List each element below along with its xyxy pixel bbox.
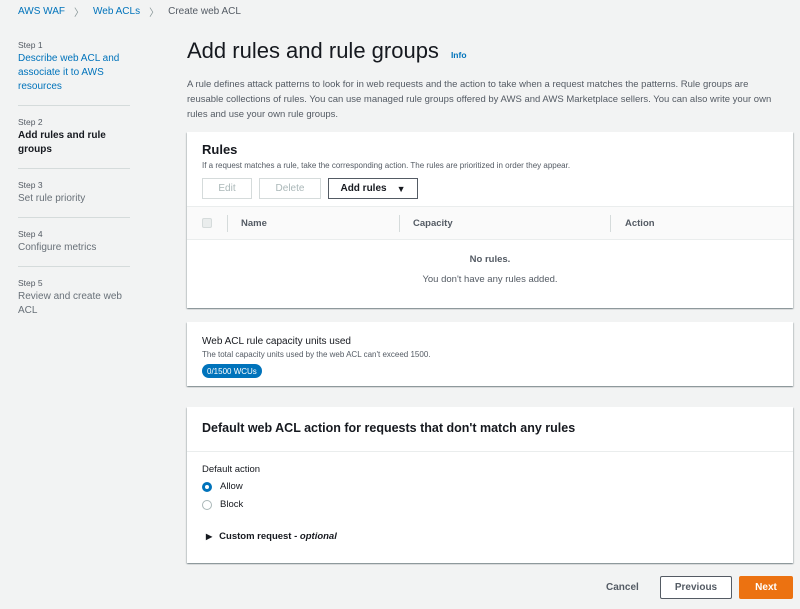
page-header: Add rules and rule groups Info	[187, 38, 793, 64]
capacity-description: The total capacity units used by the web…	[202, 350, 431, 359]
default-action-label: Default action	[202, 464, 261, 475]
add-rules-label: Add rules	[340, 183, 387, 194]
default-action-panel: Default web ACL action for requests that…	[187, 407, 793, 563]
wizard-step-5: Step 5 Review and create web ACL	[18, 278, 130, 329]
page-intro: A rule defines attack patterns to look f…	[187, 79, 772, 120]
edit-button[interactable]: Edit	[202, 178, 252, 199]
column-header-capacity[interactable]: Capacity	[413, 218, 453, 229]
radio-allow[interactable]: Allow	[202, 481, 243, 492]
page-title: Add rules and rule groups	[187, 38, 439, 63]
caret-down-icon: ▼	[396, 183, 406, 194]
breadcrumb-aws-waf[interactable]: AWS WAF	[18, 6, 65, 17]
caret-right-icon: ▶	[206, 532, 213, 541]
column-divider	[227, 215, 228, 232]
wizard-footer: Cancel Previous Next	[0, 576, 800, 600]
rules-table-header: Name Capacity Action	[187, 206, 793, 240]
wizard-step-3: Step 3 Set rule priority	[18, 180, 130, 218]
rules-title: Rules	[202, 142, 238, 157]
chevron-right-icon: 〉	[74, 8, 85, 19]
column-divider	[610, 215, 611, 232]
custom-request-label: Custom request - optional	[219, 531, 337, 542]
wizard-step-2: Step 2 Add rules and rule groups	[18, 117, 130, 169]
wizard-steps: Step 1 Describe web ACL and associate it…	[18, 40, 130, 340]
step-number: Step 5	[18, 278, 43, 288]
select-all-checkbox[interactable]	[202, 218, 212, 228]
column-header-action[interactable]: Action	[625, 218, 655, 229]
breadcrumb: AWS WAF 〉 Web ACLs 〉 Create web ACL	[18, 4, 241, 19]
cancel-button[interactable]: Cancel	[606, 582, 639, 593]
step-number: Step 2	[18, 117, 43, 127]
step-number: Step 3	[18, 180, 43, 190]
wcu-badge: 0/1500 WCUs	[202, 364, 262, 378]
step-number: Step 4	[18, 229, 43, 239]
default-action-header: Default web ACL action for requests that…	[187, 407, 793, 452]
step-label-disabled: Set rule priority	[18, 193, 86, 204]
step-label-disabled: Review and create web ACL	[18, 291, 122, 316]
capacity-title: Web ACL rule capacity units used	[202, 336, 351, 347]
default-action-title: Default web ACL action for requests that…	[202, 421, 576, 435]
add-rules-button[interactable]: Add rules ▼	[328, 178, 418, 199]
chevron-right-icon: 〉	[149, 8, 160, 19]
step-number: Step 1	[18, 40, 43, 50]
delete-button[interactable]: Delete	[259, 178, 321, 199]
wizard-step-4: Step 4 Configure metrics	[18, 229, 130, 267]
empty-state-title: No rules.	[469, 254, 511, 265]
capacity-panel: Web ACL rule capacity units used The tot…	[187, 322, 793, 386]
rules-panel: Rules If a request matches a rule, take …	[187, 132, 793, 308]
wizard-step-1: Step 1 Describe web ACL and associate it…	[18, 40, 130, 106]
column-header-name[interactable]: Name	[241, 218, 267, 229]
breadcrumb-current: Create web ACL	[168, 6, 241, 17]
column-divider	[399, 215, 400, 232]
rules-description: If a request matches a rule, take the co…	[202, 161, 571, 170]
previous-button[interactable]: Previous	[660, 576, 732, 599]
info-link[interactable]: Info	[451, 50, 467, 60]
radio-button-selected[interactable]	[202, 481, 212, 492]
empty-state-text: You don't have any rules added.	[422, 274, 558, 285]
radio-block[interactable]: Block	[202, 499, 243, 510]
custom-request-expander[interactable]: ▶ Custom request - optional	[206, 531, 337, 542]
step-link-describe[interactable]: Describe web ACL and associate it to AWS…	[18, 52, 130, 94]
step-label-active: Add rules and rule groups	[18, 130, 106, 155]
next-button[interactable]: Next	[739, 576, 793, 599]
radio-allow-label: Allow	[220, 481, 243, 492]
step-label-disabled: Configure metrics	[18, 242, 97, 253]
radio-button[interactable]	[202, 499, 212, 510]
main-content: Add rules and rule groups Info A rule de…	[187, 38, 793, 563]
breadcrumb-web-acls[interactable]: Web ACLs	[93, 6, 140, 17]
radio-block-label: Block	[220, 499, 244, 510]
